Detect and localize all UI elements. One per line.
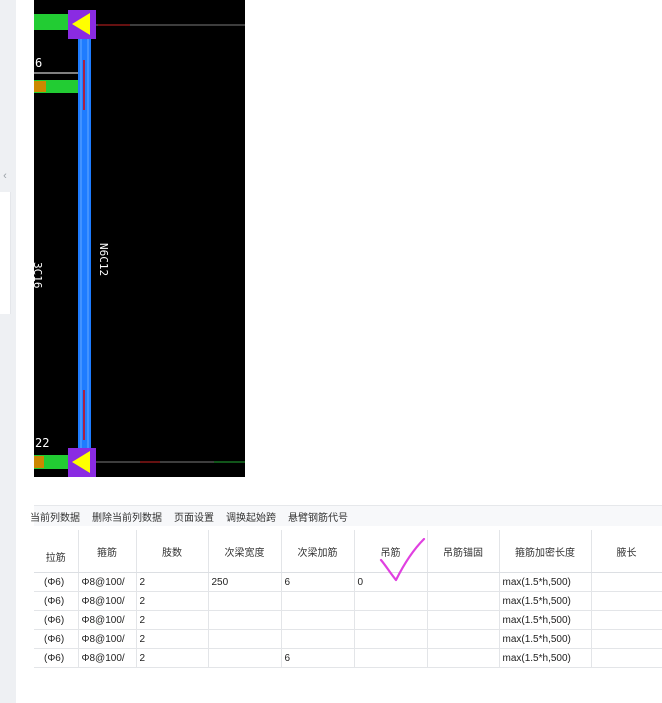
cad-label-left-vertical: 3C16	[34, 262, 44, 289]
header-secondary-beam-width[interactable]: 次梁宽度	[208, 530, 282, 573]
beam-property-table: 拉筋 箍筋 肢数 次梁宽度 次梁加筋 吊筋 吊筋锚固 箍筋加密长度 腋长 (Φ6…	[34, 530, 662, 668]
table-cell[interactable]: max(1.5*h,500)	[499, 591, 592, 611]
toolbar-delete-column[interactable]: 删除当前列数据	[92, 509, 162, 524]
table-cell[interactable]	[427, 572, 500, 592]
table-cell[interactable]: (Φ6)	[34, 629, 79, 649]
table-cell[interactable]	[208, 610, 282, 630]
table-row: (Φ6) Φ8@100/ 2 max(1.5*h,500)	[34, 591, 662, 611]
cad-label-beam: N6C12	[97, 243, 110, 277]
table-cell[interactable]: Φ8@100/	[78, 591, 137, 611]
collapsed-side-panel	[0, 192, 11, 314]
table-cell[interactable]: Φ8@100/	[78, 572, 137, 592]
table-cell[interactable]: 2	[136, 610, 209, 630]
table-cell[interactable]: Φ8@100/	[78, 648, 137, 668]
table-cell[interactable]	[281, 591, 355, 611]
table-cell[interactable]: max(1.5*h,500)	[499, 610, 592, 630]
table-cell[interactable]: 6	[281, 648, 355, 668]
table-cell[interactable]: (Φ6)	[34, 648, 79, 668]
table-row: (Φ6) Φ8@100/ 2 6 max(1.5*h,500)	[34, 648, 662, 668]
header-tie-bar[interactable]: 拉筋	[34, 530, 79, 573]
table-cell[interactable]	[591, 610, 662, 630]
chevron-left-icon[interactable]: ‹	[0, 170, 10, 182]
table-cell[interactable]	[281, 629, 355, 649]
rebar-stub-top	[34, 14, 68, 30]
cad-viewport[interactable]: 6 3C16 N6C12 22	[34, 0, 245, 477]
table-cell[interactable]: max(1.5*h,500)	[499, 648, 592, 668]
toolbar-page-settings[interactable]: 页面设置	[174, 509, 214, 524]
table-row: (Φ6) Φ8@100/ 2 max(1.5*h,500)	[34, 610, 662, 630]
table-cell[interactable]	[591, 572, 662, 592]
header-legs[interactable]: 肢数	[136, 530, 209, 573]
table-cell[interactable]: Φ8@100/	[78, 629, 137, 649]
header-hanger-anchorage[interactable]: 吊筋锚固	[427, 530, 500, 573]
table-cell[interactable]	[354, 648, 428, 668]
table-cell[interactable]: Φ8@100/	[78, 610, 137, 630]
table-cell[interactable]: 2	[136, 572, 209, 592]
table-cell[interactable]	[281, 610, 355, 630]
table-cell[interactable]: 2	[136, 648, 209, 668]
table-cell[interactable]: 6	[281, 572, 355, 592]
table-cell[interactable]	[427, 648, 500, 668]
table-cell[interactable]: max(1.5*h,500)	[499, 629, 592, 649]
table-cell[interactable]	[354, 610, 428, 630]
table-cell[interactable]	[354, 629, 428, 649]
table-cell[interactable]	[208, 629, 282, 649]
table-cell[interactable]: 250	[208, 572, 282, 592]
header-haunch-length[interactable]: 腋长	[591, 530, 662, 573]
cad-label-top-left: 6	[35, 56, 43, 70]
table-row: (Φ6) Φ8@100/ 2 max(1.5*h,500)	[34, 629, 662, 649]
header-stirrup[interactable]: 箍筋	[78, 530, 137, 573]
table-header-row: 拉筋 箍筋 肢数 次梁宽度 次梁加筋 吊筋 吊筋锚固 箍筋加密长度 腋长	[34, 530, 662, 573]
table-row: (Φ6) Φ8@100/ 2 250 6 0 max(1.5*h,500)	[34, 572, 662, 592]
table-cell[interactable]	[427, 591, 500, 611]
toolbar-cantilever-code[interactable]: 悬臂钢筋代号	[288, 509, 348, 524]
table-cell[interactable]	[427, 629, 500, 649]
header-stirrup-dense-length[interactable]: 箍筋加密长度	[499, 530, 592, 573]
left-gutter	[0, 0, 16, 703]
table-cell[interactable]: 2	[136, 591, 209, 611]
table-cell[interactable]	[591, 591, 662, 611]
table-cell[interactable]: (Φ6)	[34, 572, 79, 592]
cad-label-bottom-left: 22	[35, 436, 50, 450]
check-annotation-icon	[379, 538, 426, 582]
table-cell[interactable]	[208, 648, 282, 668]
table-cell[interactable]: max(1.5*h,500)	[499, 572, 592, 592]
table-cell[interactable]	[591, 629, 662, 649]
table-toolbar: 当前列数据 删除当前列数据 页面设置 调换起始跨 悬臂钢筋代号	[30, 505, 662, 526]
table-cell[interactable]: (Φ6)	[34, 610, 79, 630]
table-cell[interactable]	[354, 591, 428, 611]
cad-drawing	[34, 10, 245, 477]
table-cell[interactable]	[427, 610, 500, 630]
toolbar-swap-start-span[interactable]: 调换起始跨	[226, 509, 276, 524]
table-cell[interactable]: 2	[136, 629, 209, 649]
toolbar-insert-column[interactable]: 当前列数据	[30, 509, 80, 524]
table-cell[interactable]: (Φ6)	[34, 591, 79, 611]
table-cell[interactable]	[591, 648, 662, 668]
table-cell[interactable]	[208, 591, 282, 611]
header-secondary-beam-rebar[interactable]: 次梁加筋	[281, 530, 355, 573]
